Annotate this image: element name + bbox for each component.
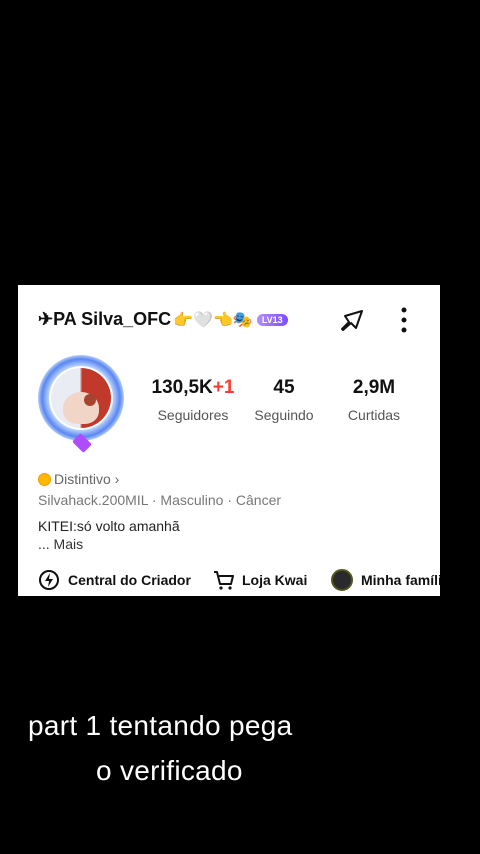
profile-info: Silvahack.200MIL · Masculino · Câncer [38, 492, 282, 508]
overlay-caption-line1: part 1 tentando pega [28, 710, 293, 741]
badge-link[interactable]: Distintivo › [38, 471, 119, 487]
followers-label: Seguidores [157, 407, 229, 423]
username: ✈PA Silva_OFC 👉🤍👈🎭 LV13 [38, 309, 288, 330]
kwai-shop-label: Loja Kwai [242, 572, 308, 588]
username-emojis: 👉🤍👈🎭 [173, 311, 253, 329]
share-arrow-icon [341, 310, 363, 331]
followers-delta: +1 [212, 377, 235, 398]
bio-more-link[interactable]: ... Mais [38, 536, 83, 552]
followers-stat[interactable]: 130,5K+1 Seguidores [142, 377, 244, 423]
username-text: ✈PA Silva_OFC [38, 309, 172, 329]
bio-text: KITEI:só volto amanhã [38, 518, 180, 534]
profile-actions: Central do Criador Loja Kwai Minha famíl… [18, 569, 440, 596]
more-options-button[interactable] [392, 305, 416, 335]
likes-label: Curtidas [347, 407, 401, 423]
following-count: 45 [273, 377, 295, 398]
profile-stats: 130,5K+1 Seguidores 45 Seguindo 2,9M Cur… [18, 377, 440, 437]
creator-center-button[interactable]: Central do Criador [38, 569, 191, 591]
my-family-button[interactable]: Minha famíli [331, 569, 440, 591]
badge-label: Distintivo › [54, 471, 120, 487]
share-button[interactable] [336, 305, 366, 335]
followers-count: 130,5K+1 [142, 377, 244, 399]
likes-stat[interactable]: 2,9M Curtidas [336, 377, 412, 423]
profile-header: ✈PA Silva_OFC 👉🤍👈🎭 LV13 [18, 285, 440, 355]
vertical-dots-icon [401, 307, 407, 333]
family-avatar [331, 569, 353, 591]
creator-center-label: Central do Criador [68, 572, 191, 588]
profile-card: ✈PA Silva_OFC 👉🤍👈🎭 LV13 130,5K+1 Seguido… [18, 285, 440, 596]
followers-value: 130,5K [151, 377, 213, 398]
following-stat[interactable]: 45 Seguindo [244, 377, 324, 423]
overlay-caption-line2: o verificado [96, 755, 243, 786]
kwai-shop-button[interactable]: Loja Kwai [212, 569, 307, 591]
level-badge: LV13 [256, 313, 288, 326]
lightning-circle-icon [39, 570, 59, 590]
coin-icon [38, 472, 51, 486]
cart-icon [214, 571, 234, 590]
following-label: Seguindo [254, 407, 314, 423]
likes-count: 2,9M [352, 377, 396, 398]
my-family-label: Minha famíli [361, 572, 440, 588]
